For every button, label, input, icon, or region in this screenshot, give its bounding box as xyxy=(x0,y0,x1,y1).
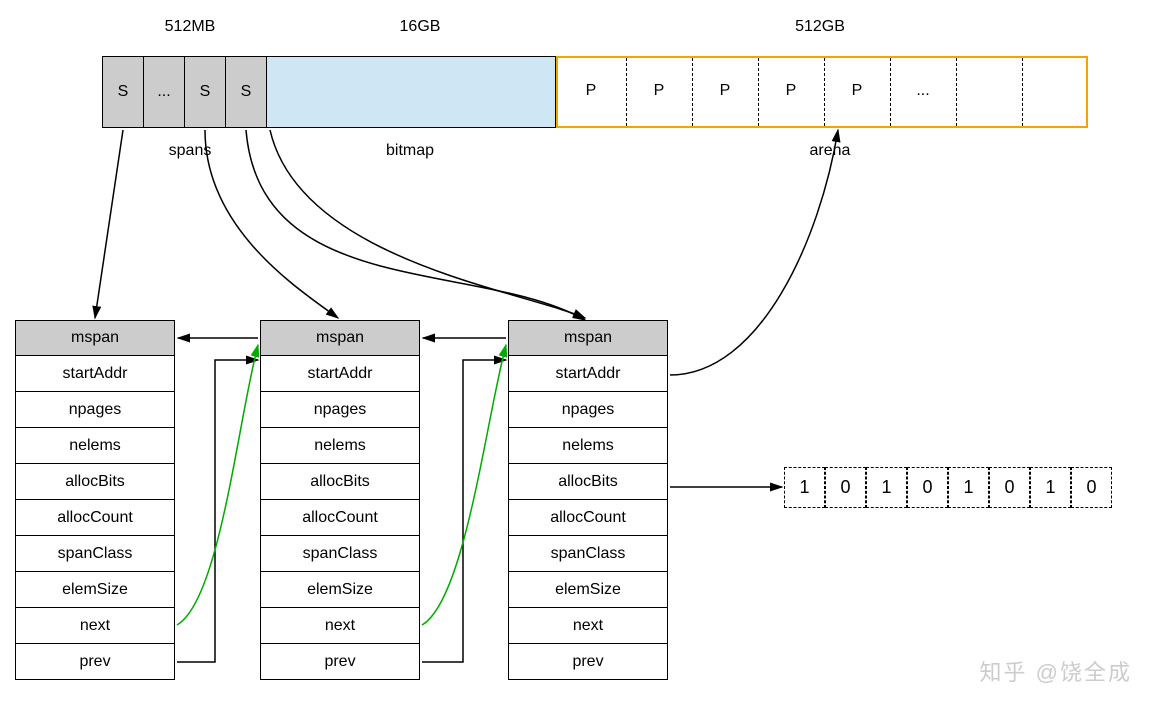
mspan-field: allocBits xyxy=(15,464,175,500)
mspan-field: npages xyxy=(260,392,420,428)
arena-p2: P xyxy=(626,82,692,100)
mspan-column-3: mspan startAddr npages nelems allocBits … xyxy=(508,320,668,680)
spans-cell-dots: ... xyxy=(143,56,185,128)
mspan-field: nelems xyxy=(15,428,175,464)
bit-cell: 0 xyxy=(1071,467,1112,508)
mspan-field: allocBits xyxy=(260,464,420,500)
arena-size-label: 512GB xyxy=(740,18,900,36)
watermark-text: 知乎 @饶全成 xyxy=(980,655,1132,687)
mspan-header: mspan xyxy=(260,320,420,356)
mspan-field: npages xyxy=(15,392,175,428)
mspan-field: allocCount xyxy=(260,500,420,536)
bit-cell: 1 xyxy=(1030,467,1071,508)
mspan-field: allocBits xyxy=(508,464,668,500)
arena-section-label: arena xyxy=(770,142,890,160)
mspan-field: prev xyxy=(15,644,175,680)
mspan-field: nelems xyxy=(260,428,420,464)
arena-p3: P xyxy=(692,82,758,100)
mspan-field: startAddr xyxy=(260,356,420,392)
spans-cell-s1: S xyxy=(102,56,144,128)
mspan-field: spanClass xyxy=(15,536,175,572)
mspan-field: next xyxy=(260,608,420,644)
mspan-column-1: mspan startAddr npages nelems allocBits … xyxy=(15,320,175,680)
bit-cell: 0 xyxy=(907,467,948,508)
mspan-header: mspan xyxy=(15,320,175,356)
mspan-field: startAddr xyxy=(15,356,175,392)
mspan-field: nelems xyxy=(508,428,668,464)
mspan-field: allocCount xyxy=(508,500,668,536)
spans-cell-s2: S xyxy=(184,56,226,128)
mspan-field: elemSize xyxy=(508,572,668,608)
mspan-field: spanClass xyxy=(260,536,420,572)
mspan-field: elemSize xyxy=(15,572,175,608)
mspan-field: next xyxy=(508,608,668,644)
spans-section-label: spans xyxy=(130,142,250,160)
spans-cell-s3: S xyxy=(225,56,267,128)
mspan-header: mspan xyxy=(508,320,668,356)
arena-p4: P xyxy=(758,82,824,100)
mspan-field: prev xyxy=(260,644,420,680)
arena-p5: P xyxy=(824,82,890,100)
mspan-field: prev xyxy=(508,644,668,680)
mspan-field: elemSize xyxy=(260,572,420,608)
mspan-field: npages xyxy=(508,392,668,428)
arena-sep xyxy=(956,58,957,126)
mspan-column-2: mspan startAddr npages nelems allocBits … xyxy=(260,320,420,680)
spans-size-label: 512MB xyxy=(110,18,270,36)
bit-cell: 0 xyxy=(989,467,1030,508)
bit-cell: 1 xyxy=(948,467,989,508)
mspan-field: allocCount xyxy=(15,500,175,536)
arena-sep xyxy=(1022,58,1023,126)
arena-dots: ... xyxy=(890,82,956,100)
mspan-field: next xyxy=(15,608,175,644)
arena-p1: P xyxy=(556,82,626,100)
bitmap-box xyxy=(266,56,556,128)
bitmap-section-label: bitmap xyxy=(350,142,470,160)
mspan-field: spanClass xyxy=(508,536,668,572)
bit-cell: 1 xyxy=(866,467,907,508)
bit-cell: 0 xyxy=(825,467,866,508)
bit-cell: 1 xyxy=(784,467,825,508)
mspan-field: startAddr xyxy=(508,356,668,392)
bitmap-size-label: 16GB xyxy=(340,18,500,36)
